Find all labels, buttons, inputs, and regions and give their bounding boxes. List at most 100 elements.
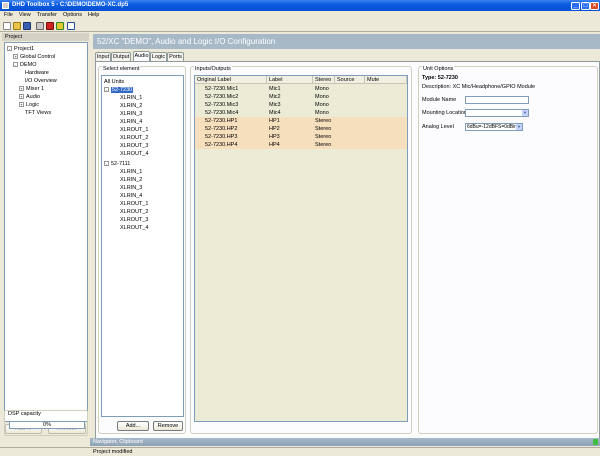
chevron-down-icon[interactable]: ▼ <box>516 124 522 130</box>
navigator-bar[interactable]: Navigator, Clipboard <box>90 438 600 446</box>
element-tree-item[interactable]: XLRIN_1 <box>120 168 142 176</box>
table-row[interactable]: 52-7230.Mic4 Mic4 Mono <box>195 109 407 117</box>
table-row[interactable]: 52-7230.HP3 HP3 Stereo <box>195 133 407 141</box>
menu-options[interactable]: Options <box>60 11 85 20</box>
mounting-location-label: Mounting Location <box>422 110 467 116</box>
col-original-label[interactable]: Original Label <box>195 76 267 84</box>
element-tree-item[interactable]: XLRIN_3 <box>120 184 142 192</box>
project-tree[interactable]: - Project1 + Global Control - DEMO Hardware I/O… <box>4 42 88 422</box>
project-tree-item[interactable]: - DEMO <box>13 61 37 69</box>
dsp-capacity-bar: 0% <box>9 421 85 429</box>
col-mute[interactable]: Mute <box>365 76 407 84</box>
minimize-button[interactable]: _ <box>571 1 580 10</box>
unit-options-group: Unit Options Type: 52-7230 Description: … <box>418 66 598 434</box>
element-tree-item[interactable]: XLRIN_2 <box>120 176 142 184</box>
tab-audio[interactable]: Audio <box>133 51 150 61</box>
element-tree-item[interactable]: XLROUT_3 <box>120 142 148 150</box>
table-row[interactable]: 52-7230.Mic1 Mic1 Mono <box>195 85 407 93</box>
col-stereo[interactable]: Stereo <box>313 76 335 84</box>
element-tree-item[interactable]: XLRIN_4 <box>120 192 142 200</box>
element-tree-label: XLROUT_1 <box>120 127 149 133</box>
cell-stereo: Stereo <box>315 134 332 140</box>
tab-body: Select element All Units -52-7230 XLRIN_1 X… <box>95 61 600 439</box>
cell-original: 52-7230.HP2 <box>205 126 238 132</box>
element-tree-item[interactable]: XLRIN_4 <box>120 118 142 126</box>
col-source[interactable]: Source <box>335 76 365 84</box>
analog-level-value: 6dBu=-12dBFS=0dBint <box>467 124 519 130</box>
element-tree-item[interactable]: XLROUT_3 <box>120 216 148 224</box>
collapse-icon[interactable]: - <box>104 161 109 167</box>
menu-file[interactable]: File <box>0 11 16 20</box>
expand-icon[interactable]: + <box>19 102 24 108</box>
online-icon[interactable] <box>56 22 64 30</box>
element-remove-button[interactable]: Remove <box>153 421 183 431</box>
tab-logic[interactable]: Logic <box>150 52 167 61</box>
menu-view[interactable]: View <box>16 11 34 20</box>
table-row[interactable]: 52-7230.Mic3 Mic3 Mono <box>195 101 407 109</box>
mounting-location-select[interactable]: ▼ <box>465 109 529 117</box>
cell-label: Mic3 <box>269 102 281 108</box>
transfer-icon[interactable] <box>46 22 54 30</box>
print-icon[interactable] <box>36 22 44 30</box>
project-tree-item[interactable]: TFT Views <box>25 109 51 117</box>
tab-output[interactable]: Output <box>111 52 131 61</box>
project-tree-item[interactable]: + Mixer 1 <box>19 85 44 93</box>
element-tree-label: XLRIN_4 <box>120 193 143 199</box>
project-tree-item[interactable]: + Audio <box>19 93 40 101</box>
element-tree-item[interactable]: -52-7230 <box>104 86 134 94</box>
table-row[interactable]: 52-7230.HP4 HP4 Stereo <box>195 141 407 149</box>
element-tree-item[interactable]: XLROUT_1 <box>120 126 148 134</box>
project-tree-item[interactable]: - Project1 <box>7 45 34 53</box>
io-table[interactable]: Original Label Label Stereo Source Mute … <box>194 75 408 422</box>
table-row[interactable]: 52-7230.HP2 HP2 Stereo <box>195 125 407 133</box>
project-tree-item[interactable]: I/O Overview <box>25 77 57 85</box>
collapse-icon[interactable]: - <box>7 46 12 52</box>
cell-original: 52-7230.Mic2 <box>205 94 239 100</box>
collapse-icon[interactable]: - <box>104 87 109 93</box>
menu-transfer[interactable]: Transfer <box>34 11 60 20</box>
element-tree-item[interactable]: XLROUT_4 <box>120 150 148 158</box>
view-icon[interactable] <box>67 22 75 30</box>
element-tree-label: XLROUT_2 <box>120 135 149 141</box>
element-tree-item[interactable]: XLRIN_1 <box>120 94 142 102</box>
element-tree-item[interactable]: XLRIN_3 <box>120 110 142 118</box>
element-tree-item[interactable]: XLROUT_1 <box>120 200 148 208</box>
element-tree-item[interactable]: XLROUT_2 <box>120 134 148 142</box>
open-folder-icon[interactable] <box>13 22 21 30</box>
menu-help[interactable]: Help <box>85 11 102 20</box>
table-row[interactable]: 52-7230.Mic2 Mic2 Mono <box>195 93 407 101</box>
new-file-icon[interactable] <box>3 22 11 30</box>
project-tree-label: I/O Overview <box>25 78 57 84</box>
expand-icon[interactable]: + <box>13 54 18 60</box>
element-tree-item[interactable]: XLROUT_2 <box>120 208 148 216</box>
expand-icon[interactable]: + <box>19 94 24 100</box>
module-name-input[interactable] <box>465 96 529 104</box>
project-tree-label: DEMO <box>20 62 37 68</box>
element-tree-label: All Units <box>104 79 125 85</box>
online-status-icon <box>593 439 598 445</box>
maximize-button[interactable]: □ <box>581 1 590 10</box>
project-tree-item[interactable]: Hardware <box>25 69 49 77</box>
tab-input[interactable]: Input <box>95 52 111 61</box>
element-tree-item[interactable]: XLRIN_2 <box>120 102 142 110</box>
unit-options-title: Unit Options <box>422 66 455 72</box>
expand-icon[interactable]: + <box>19 86 24 92</box>
collapse-icon[interactable]: - <box>13 62 18 68</box>
table-row[interactable]: 52-7230.HP1 HP1 Stereo <box>195 117 407 125</box>
dsp-capacity-box: DSP capacity 0% <box>4 410 88 436</box>
col-label[interactable]: Label <box>267 76 313 84</box>
close-button[interactable]: × <box>590 1 599 10</box>
tab-ports[interactable]: Ports <box>167 52 184 61</box>
element-tree-item[interactable]: XLROUT_4 <box>120 224 148 232</box>
element-tree-item[interactable]: All Units <box>104 78 124 86</box>
chevron-down-icon[interactable]: ▼ <box>522 110 528 116</box>
project-tree-item[interactable]: + Logic <box>19 101 39 109</box>
project-header: Project <box>2 33 89 41</box>
project-tree-item[interactable]: + Global Control <box>13 53 55 61</box>
element-add-button[interactable]: Add... <box>117 421 149 431</box>
save-icon[interactable] <box>23 22 31 30</box>
element-tree-label: XLRIN_2 <box>120 177 143 183</box>
element-tree[interactable]: All Units -52-7230 XLRIN_1 XLRIN_2 XLRIN_3 XL… <box>101 75 184 417</box>
element-tree-item[interactable]: -52-7111 <box>104 160 130 168</box>
analog-level-select[interactable]: 6dBu=-12dBFS=0dBint ▼ <box>465 123 523 131</box>
